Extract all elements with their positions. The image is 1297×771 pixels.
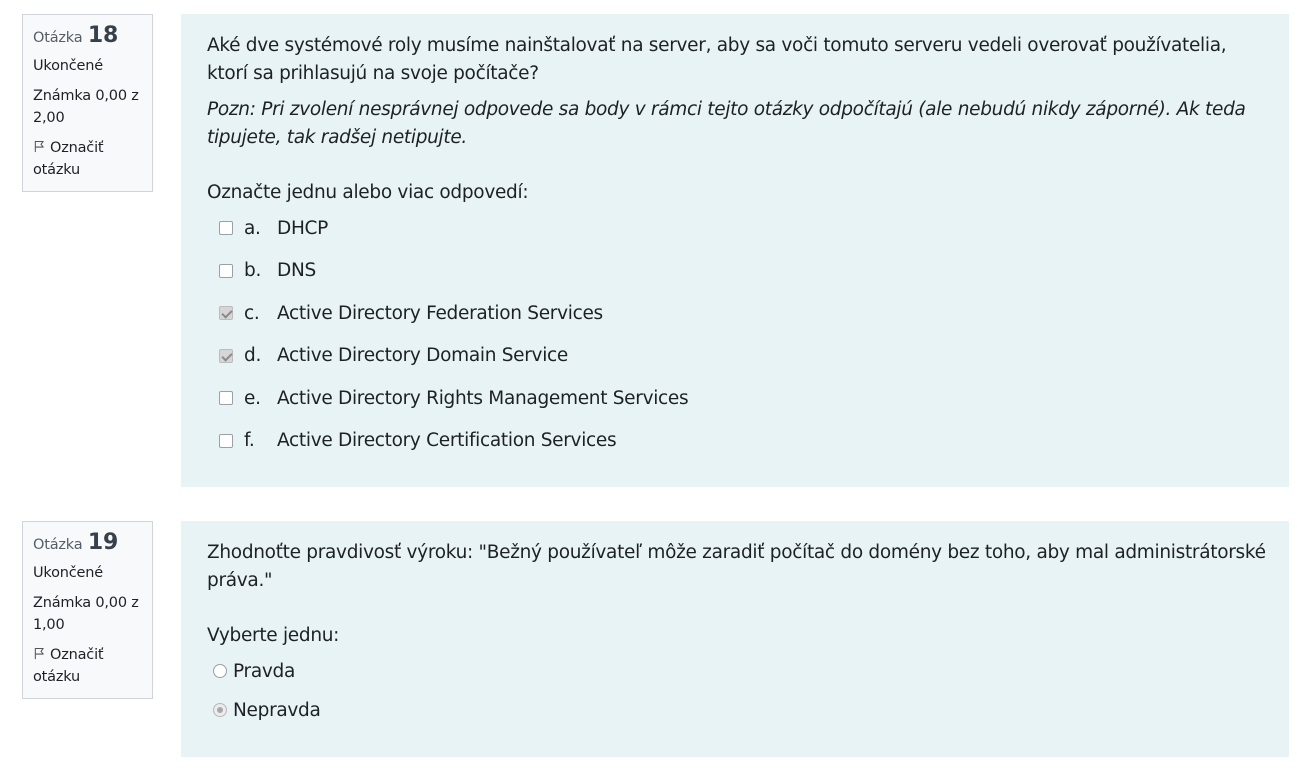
flag-question-link[interactable]: Označiť otázku xyxy=(33,644,143,688)
checkbox-icon[interactable] xyxy=(219,433,233,448)
question-info: Otázka 18 Ukončené Známka 0,00 z 2,00 Oz… xyxy=(22,14,153,192)
answer-option-e[interactable]: e. Active Directory Rights Management Se… xyxy=(207,384,1269,412)
answer-prompt: Vyberte jednu: xyxy=(207,625,340,646)
flag-question-link[interactable]: Označiť otázku xyxy=(33,137,143,181)
question-text: Aké dve systémové roly musíme nainštalov… xyxy=(207,35,1227,84)
radio-icon[interactable] xyxy=(213,703,227,717)
question-grade: Známka 0,00 z 2,00 xyxy=(33,88,139,126)
question-info: Otázka 19 Ukončené Známka 0,00 z 1,00 Oz… xyxy=(22,521,153,699)
answer-letter: a. xyxy=(244,217,261,239)
answer-text: DHCP xyxy=(277,217,329,239)
answer-text: Pravda xyxy=(233,660,296,682)
question-content: Zhodnoťte pravdivosť výroku: "Bežný použ… xyxy=(181,521,1289,757)
answer-option-f[interactable]: f. Active Directory Certification Servic… xyxy=(207,427,1269,455)
answer-option-c[interactable]: c. Active Directory Federation Services xyxy=(207,299,1269,327)
answer-text: Active Directory Rights Management Servi… xyxy=(277,387,689,409)
answer-letter: e. xyxy=(244,387,261,409)
answer-option-d[interactable]: d. Active Directory Domain Service xyxy=(207,342,1269,370)
question-note: Pozn: Pri zvolení nesprávnej odpovede sa… xyxy=(207,99,1246,148)
checkbox-icon[interactable] xyxy=(219,221,233,235)
answer-option-b[interactable]: b. DNS xyxy=(207,257,1269,285)
answer-letter: c. xyxy=(244,302,260,324)
answer-text: Nepravda xyxy=(233,699,321,721)
radio-icon[interactable] xyxy=(213,664,227,678)
checkbox-icon[interactable] xyxy=(219,263,233,278)
answer-letter: f. xyxy=(244,430,255,451)
question-content: Aké dve systémové roly musíme nainštalov… xyxy=(181,14,1289,487)
question-grade: Známka 0,00 z 1,00 xyxy=(33,595,139,633)
answer-letter: b. xyxy=(244,260,262,281)
question-state: Ukončené xyxy=(33,58,103,74)
checkbox-icon[interactable] xyxy=(219,306,233,320)
answer-list: Pravda Nepravda xyxy=(207,657,1269,724)
answer-text: DNS xyxy=(277,260,316,281)
answer-option-nepravda[interactable]: Nepravda xyxy=(207,696,1269,724)
checkbox-icon[interactable] xyxy=(219,391,233,405)
checkbox-icon[interactable] xyxy=(219,348,233,363)
question-number: Otázka 19 xyxy=(33,530,143,558)
answer-list: a. DHCP b. DNS c. Active Directory Feder… xyxy=(207,214,1269,455)
answer-option-pravda[interactable]: Pravda xyxy=(207,657,1269,685)
question-text: Zhodnoťte pravdivosť výroku: "Bežný použ… xyxy=(207,542,1266,591)
answer-letter: d. xyxy=(244,345,262,366)
question-number-value: 18 xyxy=(87,23,119,48)
answer-text: Active Directory Federation Services xyxy=(277,302,603,324)
flag-icon xyxy=(34,647,44,660)
answer-option-a[interactable]: a. DHCP xyxy=(207,214,1269,242)
question-number: Otázka 18 xyxy=(33,23,143,51)
question-number-label: Otázka xyxy=(33,30,83,46)
question-number-value: 19 xyxy=(87,530,119,555)
answer-text: Active Directory Domain Service xyxy=(277,345,568,366)
question-state: Ukončené xyxy=(33,565,103,581)
answer-prompt: Označte jednu alebo viac odpovedí: xyxy=(207,182,529,203)
answer-text: Active Directory Certification Services xyxy=(277,430,617,451)
flag-icon xyxy=(34,140,44,153)
question-number-label: Otázka xyxy=(33,537,83,553)
